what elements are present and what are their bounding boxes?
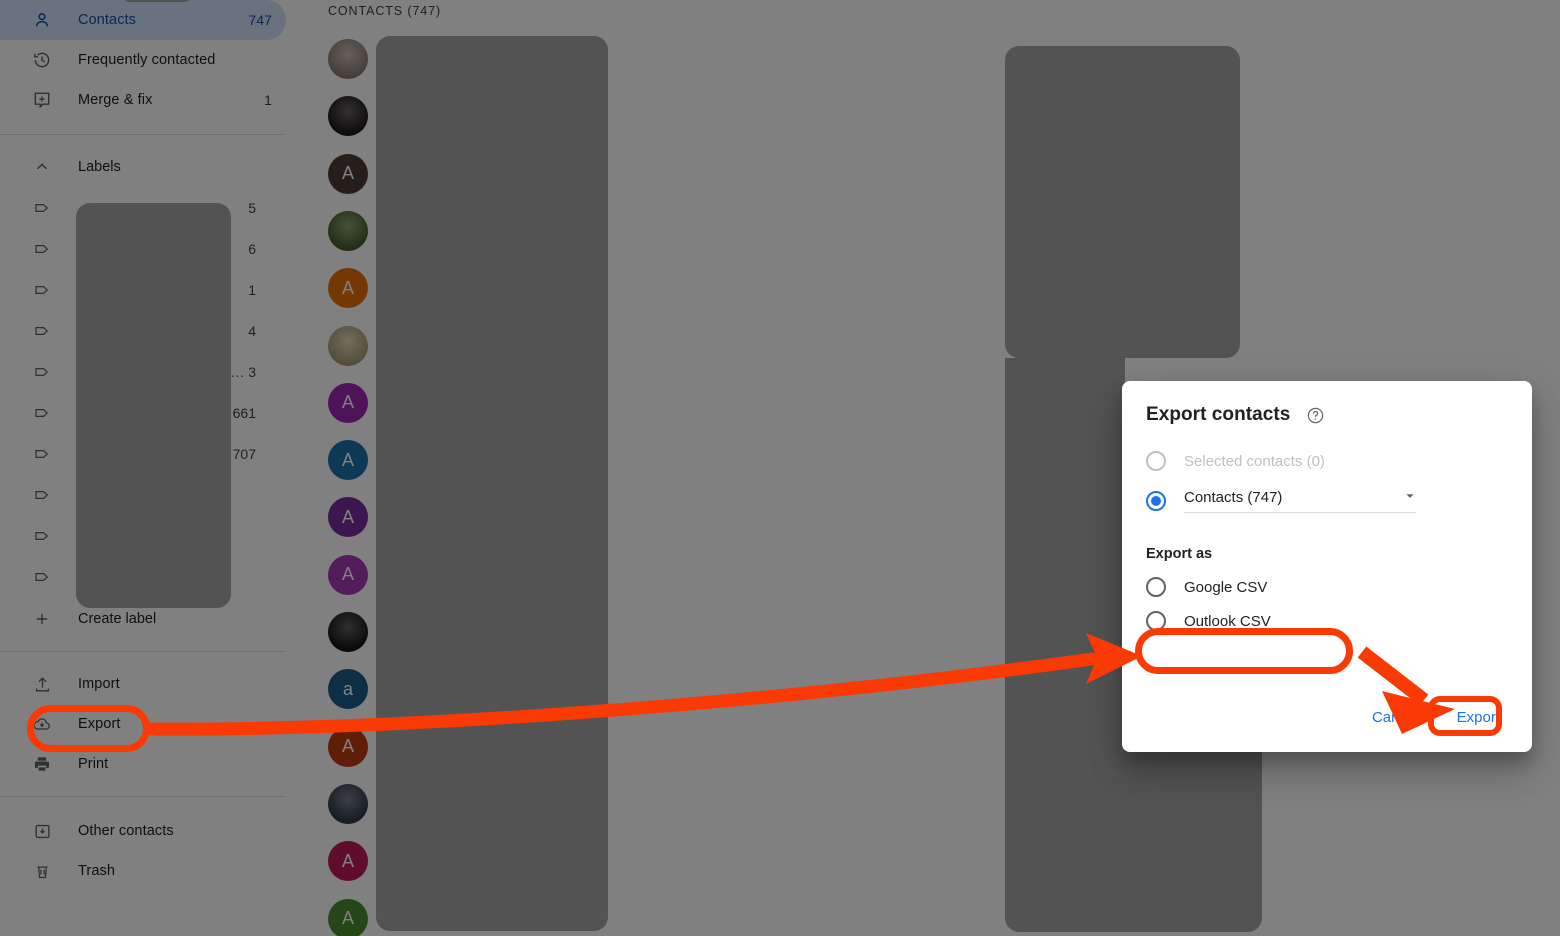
format-option-google-csv[interactable]: Google CSV [1122,570,1532,604]
export-contacts-dialog: Export contacts Selected contacts (0) Co… [1122,381,1532,752]
scope-option-all-contacts[interactable]: Contacts (747) [1122,478,1532,524]
format-option-label: Outlook CSV [1184,612,1271,630]
format-option-outlook-csv[interactable]: Outlook CSV [1122,604,1532,638]
scope-option-selected-contacts[interactable]: Selected contacts (0) [1122,444,1532,478]
dialog-title-row: Export contacts [1122,381,1532,426]
radio-button[interactable] [1146,451,1166,471]
format-option-label: vCard (for iOS Contacts) [1184,646,1349,664]
caret-down-icon [1404,490,1416,505]
radio-button[interactable] [1146,645,1166,665]
screen-root: Contacts 747 Frequently contacted Merge … [0,0,1560,936]
dialog-actions: Cancel Export [1362,701,1510,734]
cancel-button[interactable]: Cancel [1362,701,1429,734]
format-option-vcard[interactable]: vCard (for iOS Contacts) [1122,638,1532,672]
contacts-scope-select[interactable]: Contacts (747) [1184,489,1416,513]
scope-option-label: Contacts (747) [1184,489,1283,506]
scope-option-label: Selected contacts (0) [1184,452,1325,470]
format-option-label: Google CSV [1184,578,1268,596]
radio-button[interactable] [1146,577,1166,597]
dialog-title: Export contacts [1146,404,1291,425]
export-as-heading: Export as [1146,546,1213,562]
help-circle-icon[interactable] [1305,405,1325,425]
export-button[interactable]: Export [1447,701,1510,734]
radio-button[interactable] [1146,611,1166,631]
radio-button[interactable] [1146,491,1166,511]
